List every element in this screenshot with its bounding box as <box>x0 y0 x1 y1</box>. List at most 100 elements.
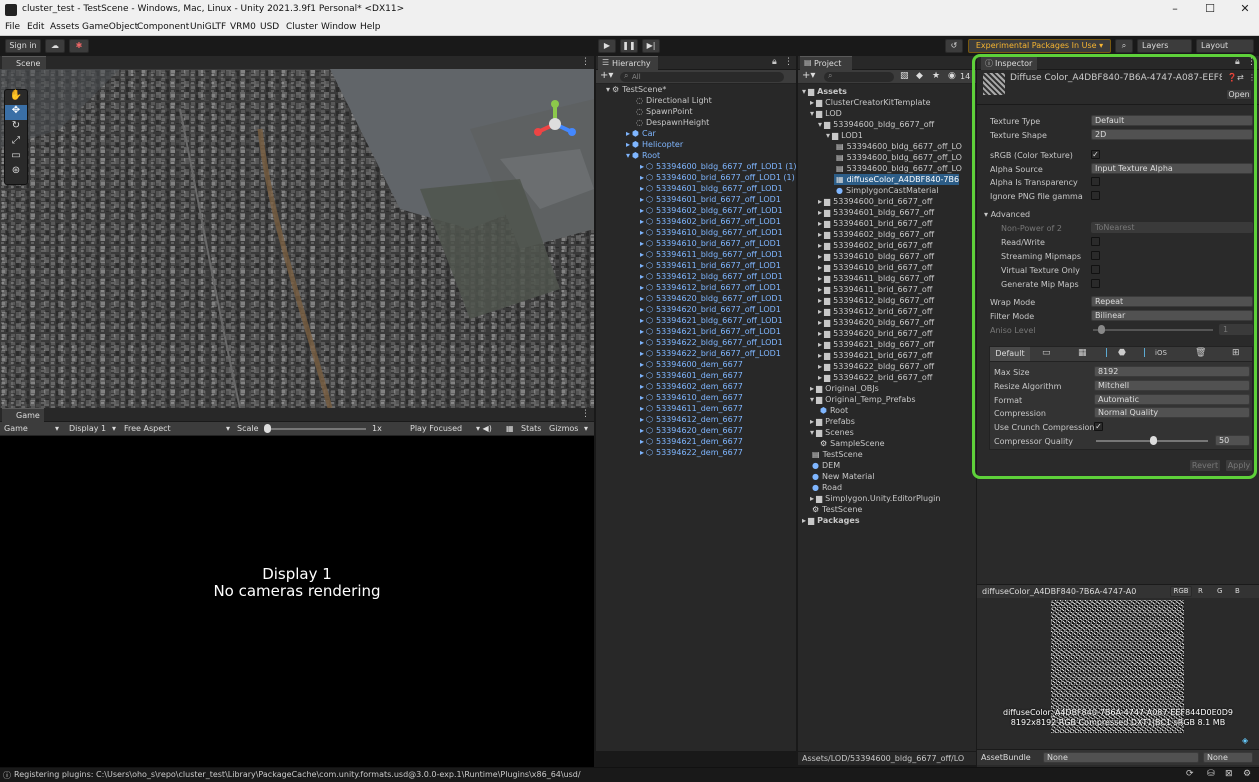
hierarchy-item[interactable]: ▸ ⬡ 53394622_bldg_6677_off_LOD1 <box>640 337 783 348</box>
project-asset[interactable]: ⚙ SampleScene <box>818 438 885 449</box>
project-asset[interactable]: ● Road <box>810 482 842 493</box>
expand-arrow-icon[interactable]: ▸ <box>818 252 822 261</box>
play-mode-dropdown[interactable]: Play Focused <box>410 424 462 433</box>
tab-game[interactable]: Game <box>2 408 44 422</box>
project-folder[interactable]: ▸ ▆ 53394612_brid_6677_off <box>818 306 932 317</box>
project-folder[interactable]: ▸ ▆ Simplygon.Unity.EditorPlugin <box>810 493 940 504</box>
sign-in-button[interactable]: Sign in <box>5 39 41 53</box>
project-search-input[interactable] <box>824 72 894 82</box>
project-folder[interactable]: ▸ ▆ 53394600_brid_6677_off <box>818 196 932 207</box>
expand-arrow-icon[interactable]: ▸ <box>640 448 644 457</box>
menu-usd[interactable]: USD <box>260 22 279 32</box>
expand-arrow-icon[interactable]: ▸ <box>818 329 822 338</box>
expand-arrow-icon[interactable]: ▸ <box>640 250 644 259</box>
experimental-packages-button[interactable]: Experimental Packages In Use ▾ <box>968 39 1111 53</box>
expand-arrow-icon[interactable]: ▾ <box>626 151 630 160</box>
project-folder[interactable]: ▸ ▆ 53394621_brid_6677_off <box>818 350 932 361</box>
channel-b-button[interactable]: B <box>1235 587 1240 595</box>
step-button[interactable]: ▶| <box>642 39 660 53</box>
menu-gameobject[interactable]: GameObject <box>82 22 138 32</box>
asset-bundle-dropdown[interactable]: None <box>1043 752 1199 763</box>
rect-tool-icon[interactable]: ▭ <box>5 150 27 165</box>
pause-button[interactable]: ❚❚ <box>620 39 638 53</box>
project-folder[interactable]: ▸ ▆ Packages <box>802 515 860 526</box>
minimize-button[interactable]: – <box>1161 2 1189 18</box>
scene-view[interactable]: ✋ ✥ ↻ ⤢ ▭ ⊛ <box>0 69 594 408</box>
aspect-dropdown[interactable]: Free Aspect <box>124 424 171 433</box>
project-folder[interactable]: ▸ ▆ Prefabs <box>810 416 855 427</box>
tab-scene[interactable]: Scene <box>2 56 46 70</box>
expand-arrow-icon[interactable]: ▸ <box>640 283 644 292</box>
menu-file[interactable]: File <box>5 22 20 32</box>
expand-arrow-icon[interactable]: ▸ <box>810 494 814 503</box>
hierarchy-group[interactable]: ▾ ⬢ Root <box>626 150 660 161</box>
expand-arrow-icon[interactable]: ▸ <box>626 140 630 149</box>
hierarchy-item[interactable]: ◌ SpawnPoint <box>636 106 693 117</box>
hierarchy-group[interactable]: ▸ ⬢ Helicopter <box>626 139 683 150</box>
project-folder[interactable]: ▾ ▆ 53394600_bldg_6677_off <box>818 119 934 130</box>
expand-arrow-icon[interactable]: ▸ <box>810 98 814 107</box>
expand-arrow-icon[interactable]: ▸ <box>626 129 630 138</box>
expand-arrow-icon[interactable]: ▸ <box>818 318 822 327</box>
project-folder[interactable]: ▸ ▆ 53394622_bldg_6677_off <box>818 361 934 372</box>
expand-arrow-icon[interactable]: ▸ <box>818 285 822 294</box>
stats-grid-icon[interactable]: ▦ <box>506 424 514 433</box>
hierarchy-item[interactable]: ▸ ⬡ 53394602_bldg_6677_off_LOD1 <box>640 205 783 216</box>
hierarchy-item[interactable]: ▸ ⬡ 53394622_brid_6677_off_LOD1 <box>640 348 781 359</box>
expand-arrow-icon[interactable]: ▸ <box>818 230 822 239</box>
hierarchy-item[interactable]: ▸ ⬡ 53394621_dem_6677 <box>640 436 743 447</box>
project-folder[interactable]: ▾ ▆ Assets <box>802 86 847 97</box>
hierarchy-item[interactable]: ▸ ⬡ 53394620_bldg_6677_off_LOD1 <box>640 293 783 304</box>
hierarchy-item[interactable]: ▸ ⬡ 53394621_bldg_6677_off_LOD1 <box>640 315 783 326</box>
expand-arrow-icon[interactable]: ▸ <box>818 351 822 360</box>
add-icon[interactable]: +▾ <box>600 70 613 81</box>
project-folder[interactable]: ▸ ▆ Original_OBJs <box>810 383 879 394</box>
hierarchy-item[interactable]: ▸ ⬡ 53394612_brid_6677_off_LOD1 <box>640 282 781 293</box>
project-folder[interactable]: ▸ ▆ 53394611_bldg_6677_off <box>818 273 934 284</box>
expand-arrow-icon[interactable]: ▸ <box>640 184 644 193</box>
scale-slider[interactable] <box>266 428 366 430</box>
transform-tool-icon[interactable]: ⊛ <box>5 165 27 180</box>
project-folder[interactable]: ▸ ▆ 53394611_brid_6677_off <box>818 284 932 295</box>
project-folder[interactable]: ▸ ▆ 53394620_bldg_6677_off <box>818 317 934 328</box>
game-view[interactable]: Display 1 No cameras rendering <box>0 436 594 767</box>
expand-arrow-icon[interactable]: ▸ <box>640 195 644 204</box>
menu-component[interactable]: Component <box>137 22 189 32</box>
hierarchy-item[interactable]: ▸ ⬡ 53394611_bldg_6677_off_LOD1 <box>640 249 783 260</box>
expand-arrow-icon[interactable]: ▸ <box>818 241 822 250</box>
menu-window[interactable]: Window <box>321 22 357 32</box>
project-folder[interactable]: ▸ ▆ 53394602_bldg_6677_off <box>818 229 934 240</box>
project-asset[interactable]: ⚙ TestScene <box>810 504 862 515</box>
project-asset[interactable]: ⬢ Root <box>818 405 848 416</box>
expand-arrow-icon[interactable]: ▾ <box>818 120 822 129</box>
project-asset[interactable]: ● New Material <box>810 471 874 482</box>
project-folder[interactable]: ▸ ▆ 53394620_brid_6677_off <box>818 328 932 339</box>
hierarchy-item[interactable]: ▸ ⬡ 53394601_dem_6677 <box>640 370 743 381</box>
status-db-icon[interactable]: ⛁ <box>1207 769 1215 779</box>
expand-arrow-icon[interactable]: ▸ <box>640 371 644 380</box>
rotate-tool-icon[interactable]: ↻ <box>5 120 27 135</box>
menu-cluster[interactable]: Cluster <box>286 22 318 32</box>
asset-variant-dropdown[interactable]: None <box>1203 752 1253 763</box>
expand-arrow-icon[interactable]: ▸ <box>640 437 644 446</box>
expand-arrow-icon[interactable]: ▸ <box>818 373 822 382</box>
expand-arrow-icon[interactable]: ▾ <box>810 395 814 404</box>
expand-arrow-icon[interactable]: ▸ <box>640 360 644 369</box>
expand-arrow-icon[interactable]: ▸ <box>818 340 822 349</box>
project-folder[interactable]: ▾ ▆ Scenes <box>810 427 854 438</box>
hierarchy-lock-icon[interactable]: 🔒︎ <box>772 57 777 67</box>
expand-arrow-icon[interactable]: ▸ <box>802 516 806 525</box>
project-asset[interactable]: ▤ 53394600_bldg_6677_off_LO <box>834 163 962 174</box>
hierarchy-item[interactable]: ◌ Directional Light <box>636 95 712 106</box>
expand-arrow-icon[interactable]: ▸ <box>818 362 822 371</box>
project-folder[interactable]: ▸ ▆ 53394621_bldg_6677_off <box>818 339 934 350</box>
expand-arrow-icon[interactable]: ▸ <box>640 426 644 435</box>
expand-arrow-icon[interactable]: ▾ <box>826 131 830 140</box>
expand-arrow-icon[interactable]: ▸ <box>818 219 822 228</box>
project-folder[interactable]: ▸ ▆ 53394610_brid_6677_off <box>818 262 932 273</box>
hierarchy-scene-row[interactable]: ▾ ⚙ TestScene* <box>606 84 666 95</box>
project-asset[interactable]: ▤ TestScene <box>810 449 863 460</box>
hidden-packages-icon[interactable]: ◉ <box>948 71 956 81</box>
game-mode-dropdown[interactable]: Game <box>4 424 28 433</box>
hierarchy-item[interactable]: ▸ ⬡ 53394610_brid_6677_off_LOD1 <box>640 238 781 249</box>
